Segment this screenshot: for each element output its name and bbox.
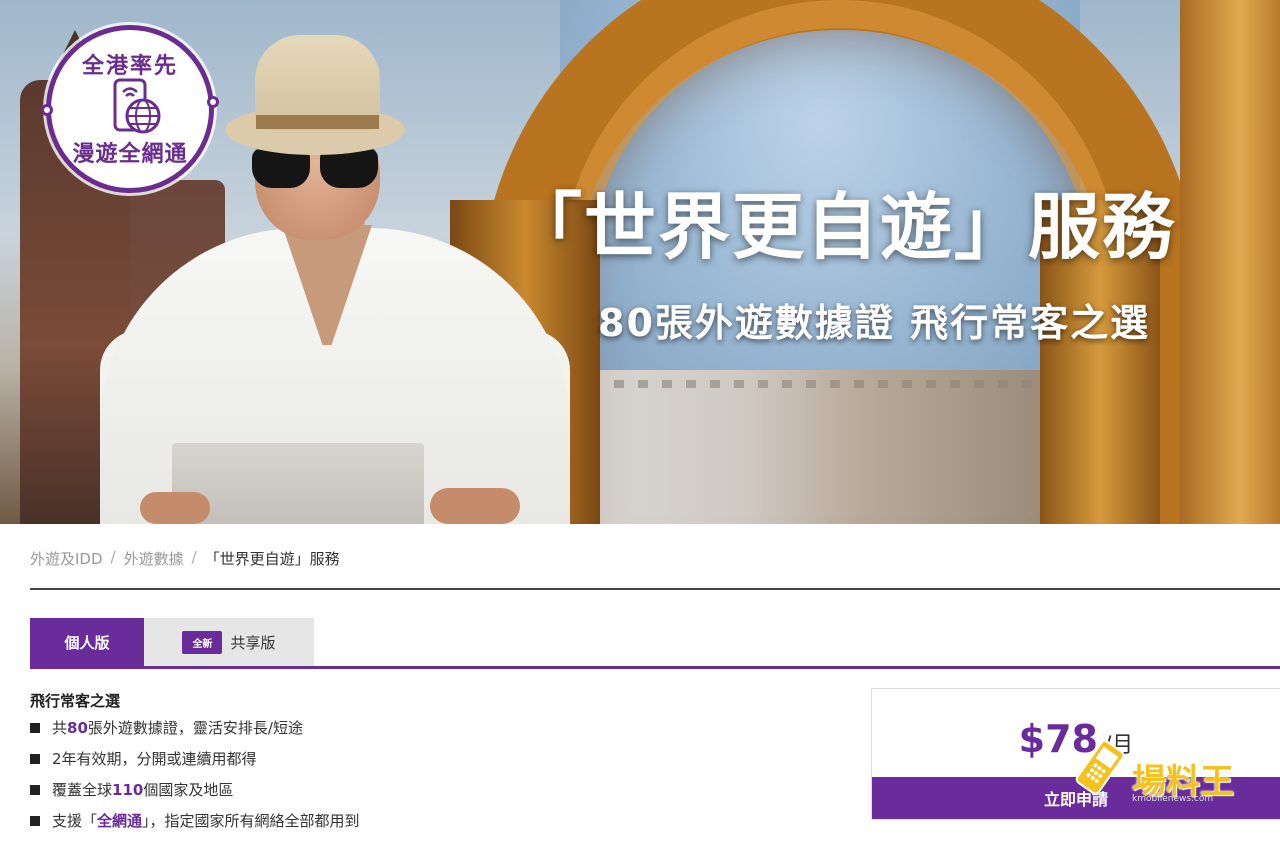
feature-text-pre: 2年有效期，分開或連續用都得 xyxy=(52,750,257,768)
hero-title: 「世界更自遊」服務 xyxy=(510,185,1177,269)
feature-text-post: 」，指定國家所有網絡全部都用到 xyxy=(142,812,360,830)
feature-text-post: 張外遊數據證，靈活安排長/短途 xyxy=(87,719,303,737)
bullet-square-icon xyxy=(30,722,40,733)
watermark-url: kmobilenews.com xyxy=(1132,794,1214,804)
list-item: 2年有效期，分開或連續用都得 xyxy=(30,743,360,774)
tab-underline xyxy=(30,666,1280,669)
bullet-square-icon xyxy=(30,753,40,764)
breadcrumb-separator: / xyxy=(110,548,116,566)
breadcrumb-item-roaming-data[interactable]: 外遊數據 xyxy=(124,548,184,569)
hero-subtitle: 80張外遊數據證 飛行常客之選 xyxy=(598,301,1151,345)
laptop xyxy=(172,443,424,524)
feature-text-post: 個國家及地區 xyxy=(143,781,234,799)
person-hand-right xyxy=(430,488,520,524)
badge-dot-right xyxy=(207,96,219,108)
breadcrumb-item-roaming-idd[interactable]: 外遊及IDD xyxy=(30,548,103,569)
list-item: 覆蓋全球 110 個國家及地區 xyxy=(30,774,360,805)
feature-list: 共 80 張外遊數據證，靈活安排長/短途 2年有效期，分開或連續用都得 覆蓋全球… xyxy=(30,712,360,836)
list-item: 支援「 全網通 」，指定國家所有網絡全部都用到 xyxy=(30,805,360,836)
hero-banner: 全港率先 漫遊全網通 「世界更自遊」服務 80張外遊數據證 飛行常客之選 xyxy=(0,0,1280,524)
bullet-square-icon xyxy=(30,815,40,826)
tab-personal[interactable]: 個人版 xyxy=(30,618,144,666)
feature-text-pre: 覆蓋全球 xyxy=(52,781,113,799)
breadcrumb-separator: / xyxy=(191,548,197,566)
new-badge: 全新 xyxy=(182,630,223,654)
breadcrumb: 外遊及IDD / 外遊數據 / 「世界更自遊」服務 xyxy=(30,548,340,569)
person-hand-left xyxy=(140,492,210,524)
feature-text-pre: 支援「 xyxy=(52,812,98,830)
breadcrumb-item-current: 「世界更自遊」服務 xyxy=(204,550,340,568)
phone-globe-icon xyxy=(113,78,161,134)
list-item: 共 80 張外遊數據證，靈活安排長/短途 xyxy=(30,712,360,743)
feature-highlight: 80 xyxy=(67,718,88,737)
section-divider xyxy=(30,588,1280,590)
hat-band xyxy=(256,115,379,129)
tab-shared-label: 共享版 xyxy=(230,633,276,652)
badge-dot-left xyxy=(41,104,53,116)
plan-tabs: 個人版 全新 共享版 xyxy=(30,618,314,666)
feature-text-pre: 共 xyxy=(52,719,68,737)
tab-shared[interactable]: 全新 共享版 xyxy=(144,618,314,666)
watermark-phone-icon xyxy=(1075,739,1125,795)
features-title: 飛行常客之選 xyxy=(30,692,121,710)
bullet-square-icon xyxy=(30,784,40,795)
badge-bottom-text: 漫遊全網通 xyxy=(72,142,188,167)
promo-badge: 全港率先 漫遊全網通 xyxy=(41,25,219,193)
feature-highlight[interactable]: 全網通 xyxy=(97,810,142,831)
feature-highlight: 110 xyxy=(112,780,144,799)
